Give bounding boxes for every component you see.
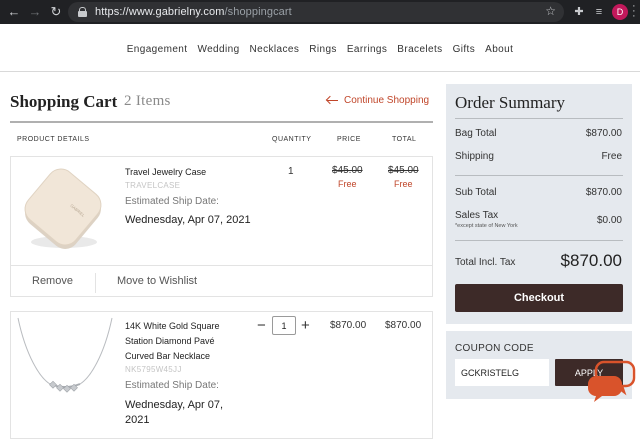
continue-shopping-label: Continue Shopping (344, 95, 430, 106)
summary-divider (455, 240, 623, 241)
ship-date-label: Estimated Ship Date: (125, 196, 219, 207)
column-header-price: PRICE (337, 136, 361, 143)
nav-necklaces[interactable]: Necklaces (250, 44, 300, 55)
item-sale-total: Free (394, 179, 413, 189)
summary-divider (455, 175, 623, 176)
item-original-price: $45.00 (332, 165, 363, 176)
bag-total-value: $870.00 (585, 128, 622, 139)
nav-wedding[interactable]: Wedding (197, 44, 239, 55)
actions-separator (95, 273, 96, 293)
header-divider (0, 71, 640, 72)
nav-engagement[interactable]: Engagement (127, 44, 188, 55)
increase-quantity-button[interactable]: + (301, 318, 310, 333)
cart-divider (10, 121, 433, 123)
arrow-left-icon (326, 96, 338, 106)
shipping-value: Free (601, 151, 622, 162)
order-summary-title: Order Summary (455, 93, 566, 112)
item-price: $870.00 (330, 320, 367, 331)
reload-icon[interactable]: ↻ (49, 5, 63, 19)
total-label: Total Incl. Tax (455, 257, 516, 268)
item-total: $870.00 (385, 320, 422, 331)
live-chat-icon[interactable] (584, 358, 636, 402)
forward-icon[interactable]: → (28, 5, 42, 19)
cart-item-count: 2 Items (124, 93, 171, 109)
continue-shopping-link[interactable]: Continue Shopping (326, 95, 429, 106)
coupon-code-input[interactable] (455, 359, 549, 386)
bag-total-label: Bag Total (455, 128, 497, 139)
column-header-total: TOTAL (392, 136, 417, 143)
extensions-puzzle-icon[interactable]: ✚ (572, 5, 586, 19)
item-sale-price: Free (338, 179, 357, 189)
item-sku: TRAVELCASE (125, 181, 181, 190)
nav-about[interactable]: About (485, 44, 513, 55)
summary-divider (455, 118, 623, 119)
item-sku: NK5795W45JJ (125, 365, 182, 374)
subtotal-value: $870.00 (585, 187, 622, 198)
item-quantity: 1 (288, 166, 294, 177)
back-icon[interactable]: ← (7, 5, 21, 19)
item-original-total: $45.00 (388, 165, 419, 176)
nav-gifts[interactable]: Gifts (453, 44, 476, 55)
sales-tax-label: Sales Tax (455, 210, 499, 221)
ship-date-value: Wednesday, Apr 07, 2021 (125, 399, 224, 426)
nav-bracelets[interactable]: Bracelets (397, 44, 442, 55)
coupon-code-label: COUPON CODE (455, 343, 534, 354)
ship-date-label: Estimated Ship Date: (125, 380, 219, 391)
item-name[interactable]: Travel Jewelry Case (125, 165, 206, 180)
item-name[interactable]: 14K White Gold Square Station Diamond Pa… (125, 319, 235, 364)
column-header-quantity: QUANTITY (272, 136, 312, 143)
travel-case-image[interactable]: GABRIEL (18, 166, 108, 256)
reading-list-icon[interactable]: ≡ (592, 5, 606, 19)
sales-tax-value: $0.00 (596, 215, 622, 226)
subtotal-label: Sub Total (455, 187, 497, 198)
total-value: $870.00 (560, 251, 622, 270)
address-bar[interactable]: https://www.gabrielny.com/shoppingcart ☆ (68, 2, 564, 22)
profile-avatar[interactable]: D (612, 4, 628, 20)
nav-rings[interactable]: Rings (309, 44, 337, 55)
ship-date-value: Wednesday, Apr 07, 2021 (125, 214, 251, 226)
item-actions-divider (11, 265, 432, 266)
browser-toolbar: ← → ↻ https://www.gabrielny.com/shopping… (0, 0, 640, 24)
url-text: https://www.gabrielny.com/shoppingcart (95, 6, 292, 18)
browser-menu-icon[interactable]: · · · (632, 1, 638, 22)
bookmark-star-icon[interactable]: ☆ (545, 4, 556, 18)
move-to-wishlist-button[interactable]: Move to Wishlist (117, 275, 197, 287)
sales-tax-note: *except state of New York (455, 223, 518, 229)
nav-earrings[interactable]: Earrings (347, 44, 387, 55)
remove-button[interactable]: Remove (32, 275, 73, 287)
cart-title: Shopping Cart (10, 92, 118, 111)
necklace-image[interactable] (14, 316, 116, 400)
checkout-button[interactable]: Checkout (455, 284, 623, 312)
quantity-input[interactable] (272, 316, 296, 335)
lock-icon (78, 7, 87, 17)
site-navigation: Engagement Wedding Necklaces Rings Earri… (0, 44, 640, 55)
decrease-quantity-button[interactable]: − (257, 318, 266, 333)
column-header-details: PRODUCT DETAILS (17, 136, 90, 143)
shipping-label: Shipping (455, 151, 494, 162)
